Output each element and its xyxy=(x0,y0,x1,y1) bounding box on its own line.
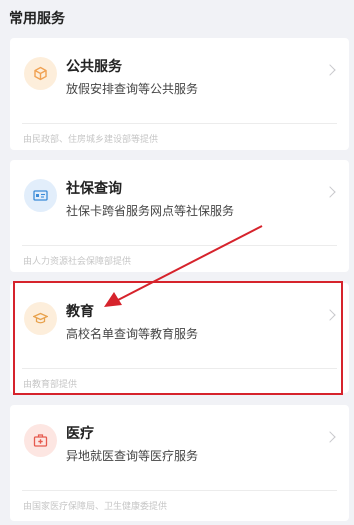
annotation-arrow-icon xyxy=(104,225,263,307)
